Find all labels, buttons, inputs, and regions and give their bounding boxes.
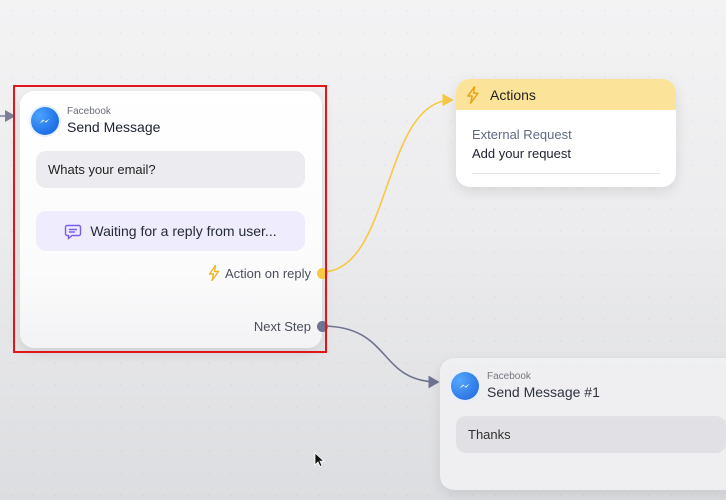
request-type-label: External Request: [472, 127, 572, 142]
node-title: Send Message #1: [487, 384, 600, 400]
node-header: Facebook Send Message #1: [451, 371, 600, 400]
message-bubble[interactable]: Thanks: [456, 416, 726, 453]
next-step-port-dot[interactable]: [317, 321, 328, 332]
message-bubble[interactable]: Whats your email?: [36, 151, 305, 188]
add-request-link[interactable]: Add your request: [472, 146, 571, 161]
node-title: Send Message: [67, 119, 161, 135]
waiting-reply-indicator: Waiting for a reply from user...: [36, 211, 305, 251]
next-step-label: Next Step: [253, 319, 311, 334]
actions-node[interactable]: Actions External Request Add your reques…: [456, 79, 676, 187]
messenger-icon: [451, 371, 479, 400]
arrow-cursor: [314, 452, 326, 468]
divider: [472, 173, 660, 174]
next-step-port[interactable]: Next Step: [253, 319, 328, 334]
actions-header: Actions: [456, 79, 676, 110]
send-message-1-node[interactable]: Facebook Send Message #1 Thanks: [440, 358, 726, 490]
platform-label: Facebook: [487, 371, 531, 382]
reply-port-dot[interactable]: [317, 267, 328, 279]
waiting-text: Waiting for a reply from user...: [90, 223, 277, 239]
actions-title: Actions: [490, 86, 536, 103]
chat-bubble-icon: [65, 224, 82, 240]
lightning-bolt-icon: [467, 85, 479, 104]
lightning-bolt-icon: [208, 265, 220, 281]
action-on-reply-label: Action on reply: [225, 265, 311, 281]
platform-label: Facebook: [67, 106, 111, 117]
send-message-node[interactable]: Facebook Send Message Whats your email? …: [20, 91, 328, 348]
action-on-reply-port[interactable]: Action on reply: [208, 265, 328, 281]
messenger-icon: [31, 106, 59, 135]
node-header: Facebook Send Message: [31, 106, 160, 135]
